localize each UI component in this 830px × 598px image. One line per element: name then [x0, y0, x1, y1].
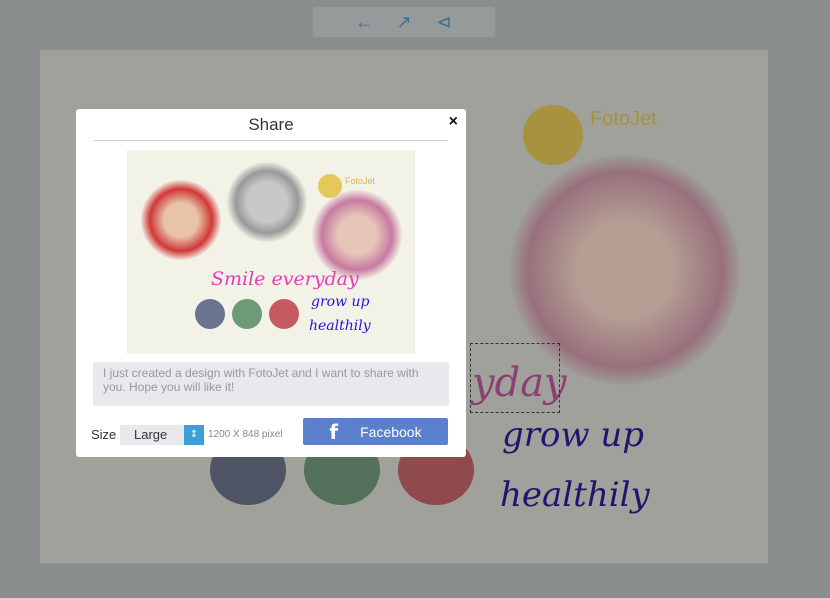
- baby-photo-3: [312, 190, 402, 280]
- bowl-icon: [269, 299, 299, 329]
- fotojet-logo: [523, 105, 583, 165]
- facebook-icon: f: [329, 419, 339, 444]
- dialog-title: Share: [94, 115, 448, 141]
- facebook-share-button[interactable]: f Facebook: [303, 418, 448, 445]
- top-toolbar: ← ↗ ⊲: [313, 7, 495, 37]
- chevron-updown-icon[interactable]: ⇕: [184, 425, 204, 445]
- clock-icon: [232, 299, 262, 329]
- tree-icon: [195, 299, 225, 329]
- baby-photo-1: [141, 180, 221, 260]
- close-icon[interactable]: ×: [449, 113, 458, 131]
- size-label: Size: [91, 427, 117, 442]
- size-value: Large: [134, 427, 168, 442]
- preview-text-2: grow up: [311, 294, 370, 310]
- share-dialog: Share × FotoJet Smile everyday grow up h…: [76, 109, 466, 457]
- text-healthily[interactable]: healthily: [500, 475, 650, 515]
- share-icon[interactable]: ⊲: [435, 13, 453, 31]
- preview-text-3: healthily: [309, 318, 371, 334]
- text-grow-up[interactable]: grow up: [502, 415, 644, 455]
- preview-logo: [318, 174, 342, 198]
- share-message-input[interactable]: I just created a design with FotoJet and…: [93, 362, 449, 406]
- arrow-left-icon[interactable]: ←: [355, 13, 373, 31]
- external-link-icon[interactable]: ↗: [395, 13, 413, 31]
- size-select[interactable]: Large ⇕: [120, 425, 204, 445]
- preview-text-1: Smile everyday: [211, 268, 359, 290]
- facebook-label: Facebook: [360, 423, 422, 440]
- preview-logo-text: FotoJet: [345, 176, 376, 186]
- size-pixels: 1200 X 848 pixel: [208, 429, 283, 440]
- logo-text: FotoJet: [590, 108, 657, 130]
- baby-photo-2: [227, 162, 307, 242]
- design-preview: FotoJet Smile everyday grow up healthily: [127, 150, 415, 354]
- selection-box: [470, 343, 560, 413]
